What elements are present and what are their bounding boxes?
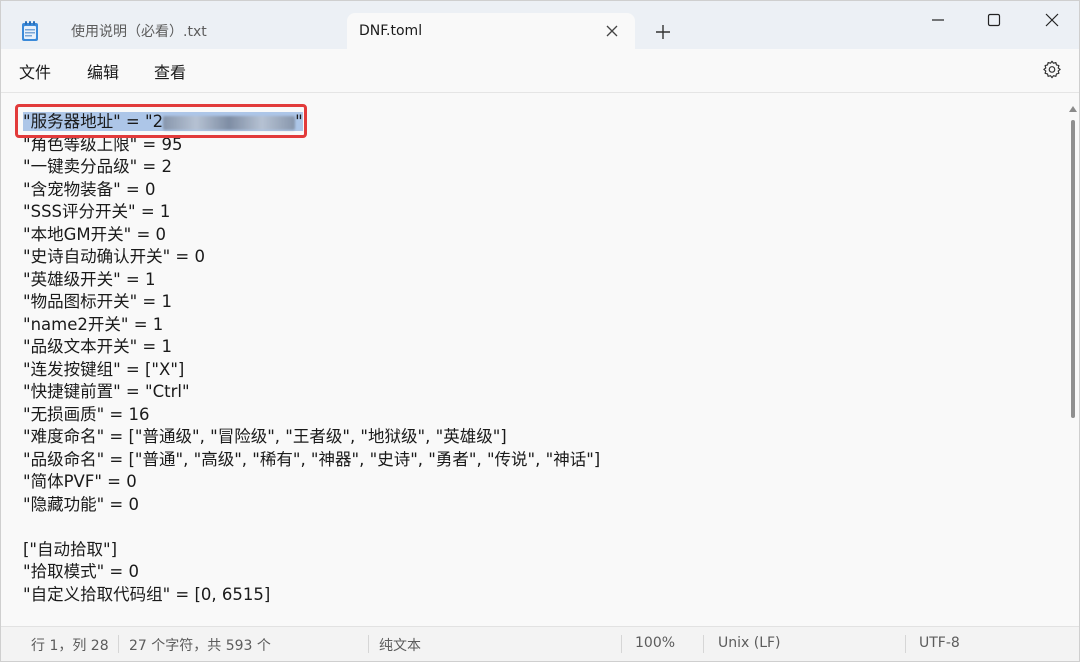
editor-line[interactable]: "快捷键前置" = "Ctrl" — [23, 381, 600, 404]
close-icon — [1045, 13, 1059, 27]
tab-label: 使用说明（必看）.txt — [71, 24, 207, 40]
editor-line[interactable]: "简体PVF" = 0 — [23, 471, 600, 494]
status-divider — [368, 635, 369, 653]
editor-line[interactable] — [23, 516, 600, 539]
editor-line[interactable]: "品级文本开关" = 1 — [23, 336, 600, 359]
minimize-icon — [932, 19, 944, 21]
menu-view[interactable]: 查看 — [154, 59, 186, 83]
editor-line[interactable]: "难度命名" = ["普通级", "冒险级", "王者级", "地狱级", "英… — [23, 426, 600, 449]
line-text: " — [295, 112, 303, 131]
title-bar[interactable]: 使用说明（必看）.txt DNF.toml — [1, 1, 1079, 49]
editor-line[interactable]: "隐藏功能" = 0 — [23, 494, 600, 517]
zoom-level[interactable]: 100% — [635, 635, 675, 651]
status-divider — [621, 635, 622, 653]
maximize-button[interactable] — [971, 9, 1017, 31]
file-encoding[interactable]: UTF-8 — [919, 635, 960, 651]
editor-line[interactable]: "SSS评分开关" = 1 — [23, 201, 600, 224]
editor-line[interactable]: "name2开关" = 1 — [23, 314, 600, 337]
editor-line[interactable]: "品级命名" = ["普通", "高级", "稀有", "神器", "史诗", … — [23, 449, 600, 472]
redacted-address — [163, 115, 296, 130]
scroll-up-arrow-icon[interactable] — [1069, 106, 1077, 112]
notepad-app-icon — [22, 21, 38, 41]
close-tab-icon[interactable] — [603, 22, 621, 40]
settings-gear-icon[interactable] — [1041, 59, 1063, 81]
tab-usage-instructions[interactable]: 使用说明（必看）.txt — [53, 13, 343, 49]
editor-line[interactable]: "一键卖分品级" = 2 — [23, 156, 600, 179]
selected-text: "服务器地址" = "2 " — [23, 112, 303, 131]
editor-line[interactable]: "角色等级上限" = 95 — [23, 134, 600, 157]
editor-line[interactable]: "英雄级开关" = 1 — [23, 269, 600, 292]
notepad-window: 使用说明（必看）.txt DNF.toml 文件 编辑 查看 "服务器地址" =… — [0, 0, 1080, 662]
file-type: 纯文本 — [379, 638, 421, 654]
cursor-position[interactable]: 行 1，列 28 — [31, 635, 109, 655]
character-count: 27 个字符，共 593 个 — [129, 638, 271, 654]
tab-label: DNF.toml — [359, 23, 423, 39]
vertical-scrollbar[interactable] — [1067, 106, 1079, 618]
scrollbar-thumb[interactable] — [1071, 120, 1075, 418]
maximize-icon — [987, 13, 1001, 27]
menu-bar: 文件 编辑 查看 — [1, 49, 1079, 93]
tab-dnf-toml[interactable]: DNF.toml — [347, 13, 635, 49]
editor-line[interactable]: ["自动拾取"] — [23, 539, 600, 562]
editor-line[interactable]: "无损画质" = 16 — [23, 404, 600, 427]
editor-line[interactable]: "自定义拾取代码组" = [0, 6515] — [23, 584, 600, 607]
editor-lines[interactable]: "服务器地址" = "2 " "角色等级上限" = 95 "一键卖分品级" = 2… — [23, 111, 600, 606]
editor-line-server-address[interactable]: "服务器地址" = "2 " — [23, 111, 600, 134]
line-text: "服务器地址" = "2 — [23, 112, 164, 131]
menu-file[interactable]: 文件 — [19, 59, 51, 83]
status-divider — [703, 635, 704, 653]
text-editor[interactable]: "服务器地址" = "2 " "角色等级上限" = 95 "一键卖分品级" = 2… — [1, 94, 1079, 626]
status-divider — [905, 635, 906, 653]
status-divider — [118, 635, 119, 653]
minimize-button[interactable] — [915, 9, 961, 31]
close-window-button[interactable] — [1029, 9, 1075, 31]
status-bar: 行 1，列 28 27 个字符，共 593 个 纯文本 100% Unix (L… — [1, 626, 1079, 661]
add-tab-icon[interactable] — [653, 22, 673, 42]
editor-line[interactable]: "含宠物装备" = 0 — [23, 179, 600, 202]
editor-line[interactable]: "物品图标开关" = 1 — [23, 291, 600, 314]
line-ending[interactable]: Unix (LF) — [718, 635, 781, 651]
editor-line[interactable]: "拾取模式" = 0 — [23, 561, 600, 584]
editor-line[interactable]: "本地GM开关" = 0 — [23, 224, 600, 247]
editor-line[interactable]: "连发按键组" = ["X"] — [23, 359, 600, 382]
editor-line[interactable]: "史诗自动确认开关" = 0 — [23, 246, 600, 269]
menu-edit[interactable]: 编辑 — [87, 59, 119, 83]
